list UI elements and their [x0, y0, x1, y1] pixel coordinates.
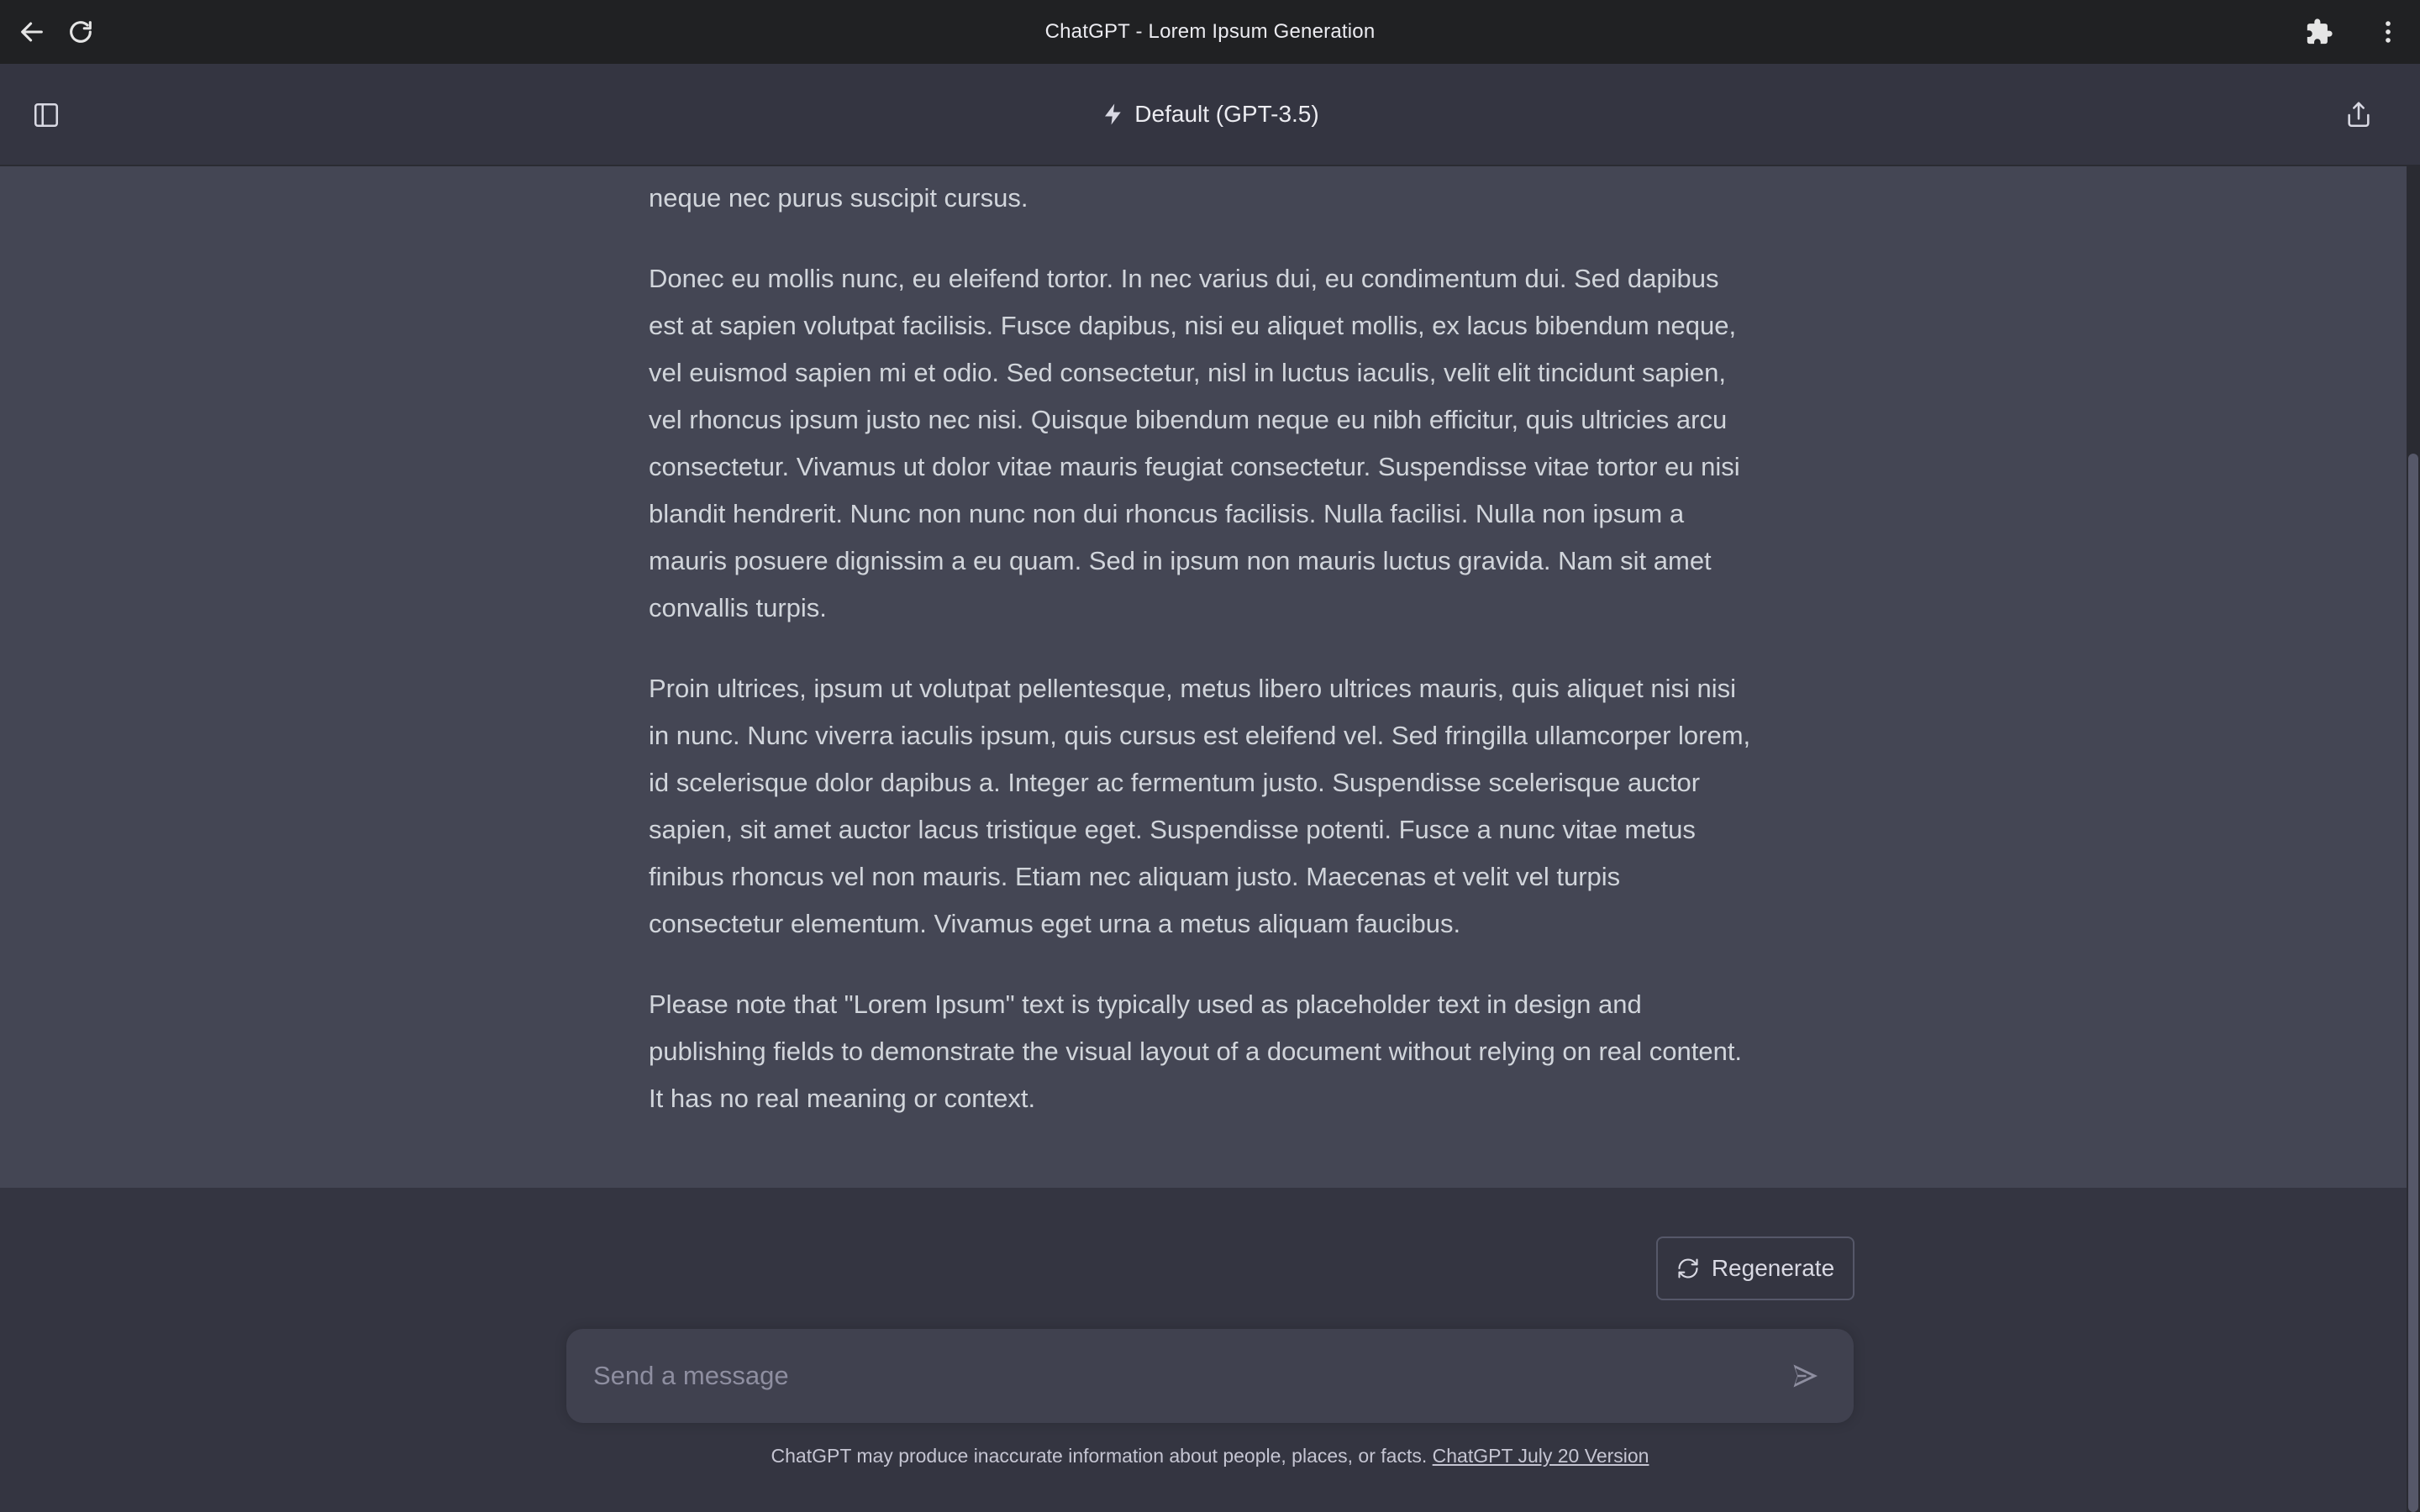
extensions-button[interactable] — [2302, 15, 2336, 49]
back-arrow-icon — [21, 22, 43, 42]
message-paragraph: Proin ultrices, ipsum ut volutpat pellen… — [649, 674, 1751, 938]
reload-button[interactable] — [64, 15, 97, 49]
sidebar-toggle-icon — [34, 102, 59, 128]
message-paragraph: interdum. Sed tincidunt ipsum a quam bib… — [649, 183, 1028, 213]
send-icon — [1793, 1364, 1818, 1388]
message-composer — [566, 1329, 1854, 1423]
window-title: ChatGPT - Lorem Ipsum Generation — [1044, 20, 1376, 43]
extensions-icon — [2307, 18, 2333, 45]
share-icon — [2348, 102, 2370, 128]
model-label: Default (GPT-3.5) — [1134, 101, 1319, 127]
scrollbar-thumb[interactable] — [2408, 454, 2418, 1512]
app-header: Default (GPT-3.5) — [0, 64, 2420, 166]
regenerate-label: Regenerate — [1711, 1255, 1835, 1281]
lightning-icon — [1105, 103, 1122, 125]
regenerate-button[interactable]: Regenerate — [1656, 1236, 1854, 1300]
window-title-bar: ChatGPT - Lorem Ipsum Generation — [0, 0, 2420, 64]
more-vertical-icon — [2386, 21, 2391, 43]
more-menu-button[interactable] — [2371, 15, 2405, 49]
message-input[interactable] — [592, 1349, 1751, 1403]
disclaimer-text: ChatGPT may produce inaccurate informati… — [771, 1445, 1428, 1467]
send-button[interactable] — [1786, 1357, 1823, 1394]
sidebar-toggle-button[interactable] — [27, 96, 66, 134]
regenerate-icon — [1678, 1258, 1698, 1278]
composer-area: Regenerate ChatGPT may produce inaccurat… — [0, 1188, 2407, 1512]
message-paragraph: Donec eu mollis nunc, eu eleifend tortor… — [649, 264, 1740, 622]
reload-icon — [70, 21, 92, 43]
message-content: interdum. Sed tincidunt ipsum a quam bib… — [649, 166, 1758, 1156]
message-paragraph: Please note that "Lorem Ipsum" text is t… — [649, 990, 1743, 1113]
back-button[interactable] — [15, 15, 49, 49]
version-link[interactable]: ChatGPT July 20 Version — [1433, 1445, 1649, 1467]
disclaimer: ChatGPT may produce inaccurate informati… — [0, 1445, 2420, 1467]
model-selector[interactable]: Default (GPT-3.5) — [1101, 101, 1319, 128]
assistant-message: interdum. Sed tincidunt ipsum a quam bib… — [0, 166, 2407, 1188]
share-button[interactable] — [2339, 96, 2378, 134]
